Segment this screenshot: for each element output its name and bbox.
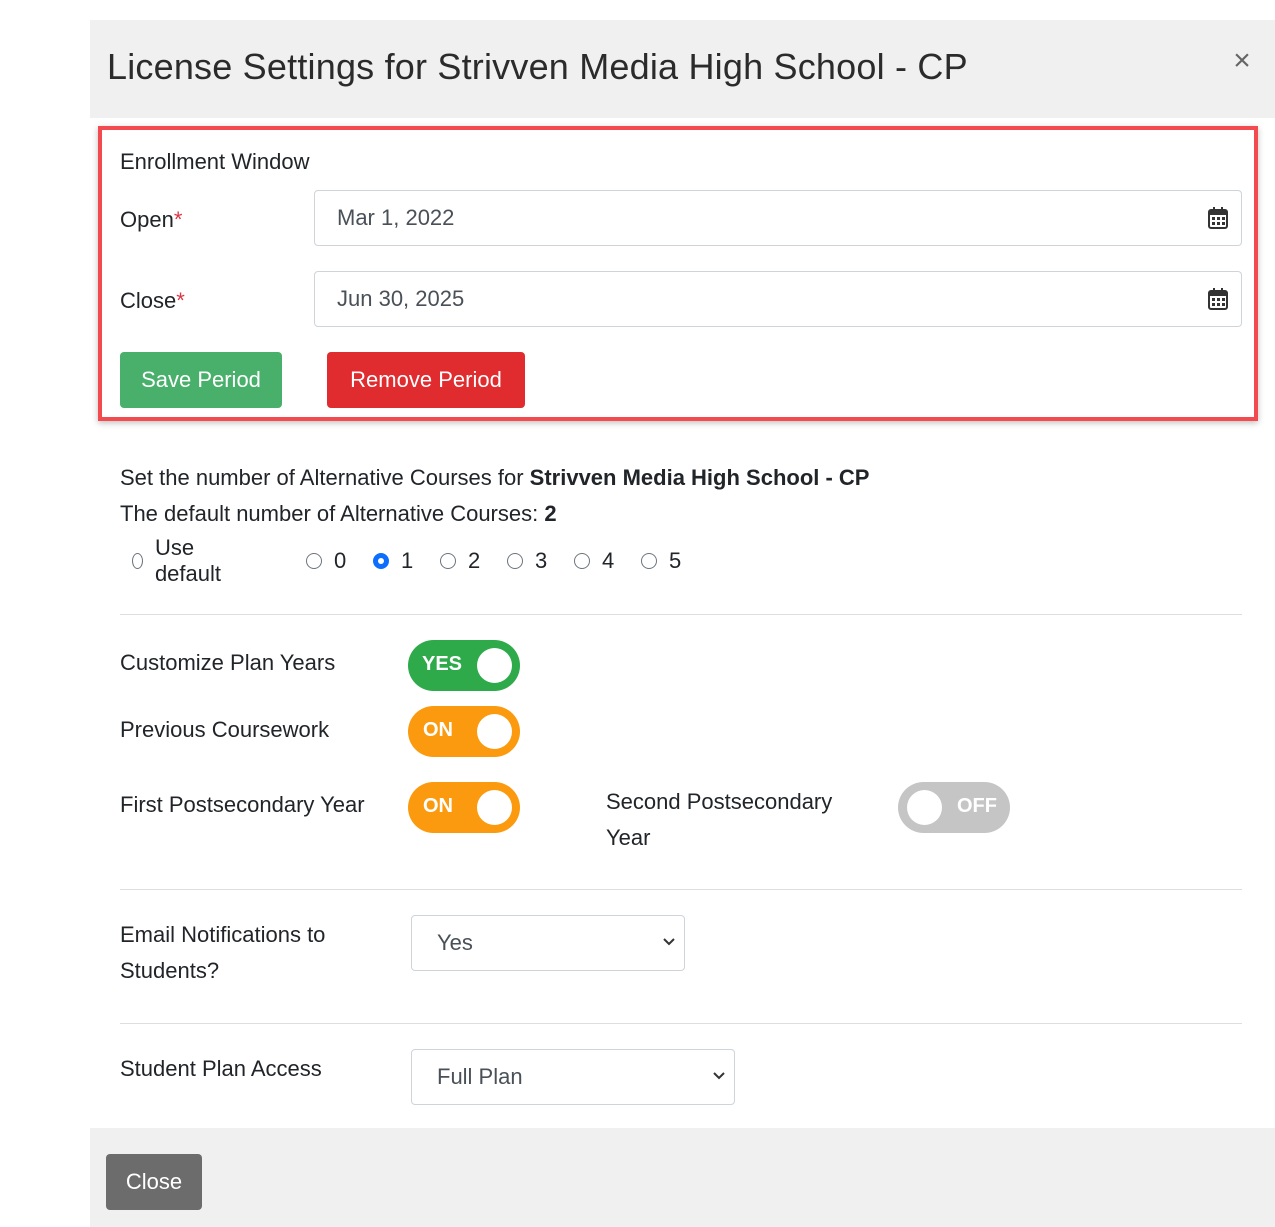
second-postsecondary-year-toggle[interactable]: OFF — [898, 782, 1010, 833]
radio-button[interactable] — [641, 553, 657, 569]
radio-2[interactable]: 2 — [440, 548, 480, 574]
radio-label: 2 — [468, 548, 481, 573]
customize-plan-years-toggle[interactable]: YES — [408, 640, 520, 691]
divider — [120, 1023, 1242, 1024]
divider — [120, 614, 1242, 615]
radio-label: 0 — [334, 548, 347, 573]
previous-coursework-toggle[interactable]: ON — [408, 706, 520, 757]
close-button[interactable]: Close — [106, 1154, 202, 1210]
open-date-calendar-button[interactable] — [1194, 190, 1242, 246]
modal-header: License Settings for Strivven Media High… — [90, 20, 1275, 118]
radio-5[interactable]: 5 — [641, 548, 681, 574]
required-mark: * — [176, 288, 185, 313]
radio-button-checked[interactable] — [373, 553, 389, 569]
radio-button[interactable] — [306, 553, 322, 569]
radio-button[interactable] — [132, 553, 143, 569]
radio-label: 3 — [535, 548, 548, 573]
alt-courses-line2: The default number of Alternative Course… — [120, 501, 557, 527]
student-plan-access-value: Full Plan — [437, 1064, 523, 1089]
radio-button[interactable] — [440, 553, 456, 569]
radio-button[interactable] — [507, 553, 523, 569]
close-label-text: Close — [120, 288, 177, 313]
radio-4[interactable]: 4 — [574, 548, 614, 574]
student-plan-access-label: Student Plan Access — [120, 1056, 322, 1081]
default-alt-courses-value: 2 — [544, 501, 557, 526]
previous-coursework-label: Previous Coursework — [120, 717, 330, 742]
alt-courses-line1: Set the number of Alternative Courses fo… — [120, 465, 870, 491]
radio-3[interactable]: 3 — [507, 548, 547, 574]
toggle-state: OFF — [957, 795, 997, 817]
open-label-text: Open — [120, 207, 174, 232]
email-notifications-value: Yes — [437, 930, 473, 955]
radio-1[interactable]: 1 — [373, 548, 413, 574]
radio-use-default[interactable]: Use default — [132, 535, 226, 586]
email-notifications-select[interactable]: Yes — [411, 915, 685, 971]
toggle-knob — [477, 648, 512, 683]
radio-0[interactable]: 0 — [306, 548, 346, 574]
default-alt-courses-prefix: The default number of Alternative Course… — [120, 501, 545, 526]
chevron-down-icon — [663, 938, 675, 946]
modal-title: License Settings for Strivven Media High… — [107, 46, 968, 87]
customize-plan-years-label: Customize Plan Years — [120, 650, 336, 675]
toggle-knob — [907, 790, 942, 825]
close-date-label: Close* — [120, 288, 185, 314]
toggle-state: ON — [423, 795, 453, 817]
second-postsecondary-year-label-line2: Year — [606, 825, 651, 850]
open-date-input[interactable] — [314, 190, 1195, 246]
modal-footer: Close — [90, 1128, 1275, 1227]
toggle-knob — [477, 714, 512, 749]
first-postsecondary-year-label: First Postsecondary Year — [120, 792, 365, 817]
calendar-icon — [1207, 288, 1228, 310]
remove-period-button[interactable]: Remove Period — [327, 352, 525, 408]
open-date-label: Open* — [120, 207, 182, 233]
school-name: Strivven Media High School - CP — [529, 465, 870, 490]
radio-label: Use default — [154, 535, 221, 586]
radio-button[interactable] — [574, 553, 590, 569]
required-mark: * — [173, 207, 183, 232]
close-date-calendar-button[interactable] — [1194, 271, 1242, 327]
second-postsecondary-year-label-line1: Second Postsecondary — [606, 789, 833, 814]
radio-label: 1 — [401, 548, 414, 573]
toggle-knob — [477, 790, 512, 825]
first-postsecondary-year-toggle[interactable]: ON — [408, 782, 520, 833]
radio-label: 4 — [602, 548, 615, 573]
enrollment-window-heading: Enrollment Window — [120, 149, 310, 174]
email-notifications-label-line2: Students? — [120, 958, 220, 983]
save-period-button[interactable]: Save Period — [120, 352, 282, 408]
student-plan-access-select[interactable]: Full Plan — [411, 1049, 735, 1105]
email-notifications-label-line1: Email Notifications to — [120, 922, 326, 947]
calendar-icon — [1207, 207, 1228, 229]
close-date-input[interactable] — [314, 271, 1195, 327]
license-settings-modal: License Settings for Strivven Media High… — [90, 20, 1275, 1227]
radio-label: 5 — [669, 548, 682, 573]
divider — [120, 889, 1242, 890]
toggle-state: YES — [422, 653, 463, 675]
close-icon[interactable]: × — [1228, 46, 1256, 78]
chevron-down-icon — [713, 1072, 725, 1080]
alt-courses-prefix: Set the number of Alternative Courses fo… — [120, 465, 530, 490]
toggle-state: ON — [423, 719, 453, 741]
